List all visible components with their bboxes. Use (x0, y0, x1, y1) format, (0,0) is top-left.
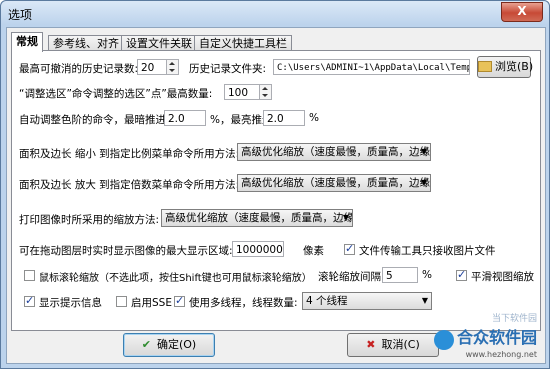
history-folder-label: 历史记录文件夹: (189, 63, 267, 75)
browse-button[interactable]: 浏览(B) (477, 56, 534, 78)
browse-button-label: 浏览(B) (495, 60, 534, 73)
chevron-down-icon: ▼ (420, 178, 427, 187)
tab-general[interactable]: 常规 (11, 32, 43, 52)
watermark-logo-icon (433, 330, 454, 350)
enlarge-method-select[interactable]: 高级优化缩放（速度最慢，质量高，边缘 ▼ (237, 174, 431, 192)
ok-button-label: 确定(O) (156, 338, 197, 351)
sse-label: 启用SSE (131, 297, 172, 309)
window-title: 选项 (8, 8, 33, 22)
print-scale-value: 高级优化缩放（速度最慢，质量高，边缘 (165, 212, 353, 224)
max-display-area-label: 可在拖动图层时实时显示图像的最大显示区域: (19, 245, 233, 257)
wheel-zoom-checkbox[interactable] (24, 270, 35, 281)
percent-label: % (309, 112, 319, 124)
watermark: 当下软件园 合众软件园 www.hezhong.net (433, 311, 537, 359)
pixels-unit-label: 像素 (303, 245, 324, 257)
smooth-zoom-label: 平滑视图缩放 (471, 271, 534, 283)
watermark-title: 合众软件园 (456, 328, 537, 347)
folder-icon (478, 60, 492, 72)
brightest-push-input[interactable]: 2.0 (263, 110, 305, 126)
cancel-button[interactable]: ✖ 取消(C) (347, 333, 439, 357)
sse-checkbox[interactable] (116, 296, 127, 307)
shrink-method-select[interactable]: 高级优化缩放（速度最慢，质量高，边缘 ▼ (237, 143, 431, 161)
auto-levels-label: 自动调整色阶的命令，最暗推进: (19, 114, 170, 126)
tab-custom-toolbar[interactable]: 自定义快捷工具栏 (194, 35, 292, 51)
show-tips-checkbox[interactable] (24, 294, 35, 307)
enlarge-method-value: 高级优化缩放（速度最慢，质量高，边缘 (241, 177, 430, 189)
close-button[interactable]: X (501, 2, 543, 22)
darkest-push-input[interactable]: 2.0 (164, 110, 206, 126)
wheel-step-unit: % (422, 269, 432, 281)
thread-count-value: 4 个线程 (306, 295, 348, 307)
watermark-faded-text: 当下软件园 (491, 314, 537, 324)
options-dialog: 选项 X 常规 参考线、对齐 设置文件关联 自定义快捷工具栏 最高可撤消的历史记… (0, 0, 550, 369)
file-transfer-checkbox[interactable] (344, 242, 355, 255)
cancel-button-label: 取消(C) (381, 338, 420, 351)
checkmark-icon: ✔ (141, 338, 151, 351)
wheel-step-input[interactable]: 5 (382, 267, 418, 283)
file-transfer-label: 文件传输工具只接收图片文件 (359, 245, 496, 257)
watermark-url: www.hezhong.net (465, 350, 537, 359)
title-bar: 选项 X (1, 1, 549, 25)
undo-history-input[interactable]: 20 (137, 59, 167, 75)
ok-button[interactable]: ✔ 确定(O) (123, 333, 215, 357)
select-points-label: “调整选区”命令调整的选区”点”最高数量: (19, 88, 213, 100)
chevron-down-icon: ▼ (342, 213, 349, 222)
tab-guides-align[interactable]: 参考线、对齐 (48, 35, 124, 51)
select-points-input[interactable]: 100 (224, 84, 260, 100)
wheel-zoom-label: 鼠标滚轮缩放（不选此项，按住Shift键也可用鼠标滚轮缩放） (39, 273, 312, 284)
select-points-spinner[interactable] (260, 84, 272, 100)
chevron-down-icon: ▼ (421, 296, 428, 305)
multithread-label: 使用多线程，线程数量: (189, 297, 298, 309)
cancel-icon: ✖ (366, 338, 376, 351)
chevron-down-icon: ▼ (420, 147, 427, 156)
general-panel: 最高可撤消的历史记录数: 20 历史记录文件夹: C:\Users\ADMINI… (11, 50, 541, 331)
print-scale-label: 打印图像时所采用的缩放方法: (19, 214, 160, 226)
enlarge-method-label: 面积及边长 放大 到指定倍数菜单命令所用方法: (19, 179, 240, 191)
wheel-step-label: 滚轮缩放间隔: (318, 271, 385, 283)
history-folder-input[interactable]: C:\Users\ADMINI~1\AppData\Local\Temp\Hi (273, 59, 470, 75)
smooth-zoom-checkbox[interactable] (456, 268, 467, 281)
multithread-checkbox[interactable] (174, 294, 185, 307)
shrink-method-value: 高级优化缩放（速度最慢，质量高，边缘 (241, 146, 430, 158)
max-display-area-input[interactable]: 1000000 (232, 241, 284, 257)
tab-file-association[interactable]: 设置文件关联 (121, 35, 197, 51)
thread-count-select[interactable]: 4 个线程 ▼ (302, 292, 432, 310)
print-scale-select[interactable]: 高级优化缩放（速度最慢，质量高，边缘 ▼ (161, 209, 353, 227)
undo-history-spinner[interactable] (167, 59, 179, 75)
show-tips-label: 显示提示信息 (39, 297, 102, 309)
dialog-client: 常规 参考线、对齐 设置文件关联 自定义快捷工具栏 最高可撤消的历史记录数: 2… (6, 27, 546, 364)
undo-history-label: 最高可撤消的历史记录数: (19, 63, 139, 75)
shrink-method-label: 面积及边长 缩小 到指定比例菜单命令所用方法: (19, 148, 240, 160)
